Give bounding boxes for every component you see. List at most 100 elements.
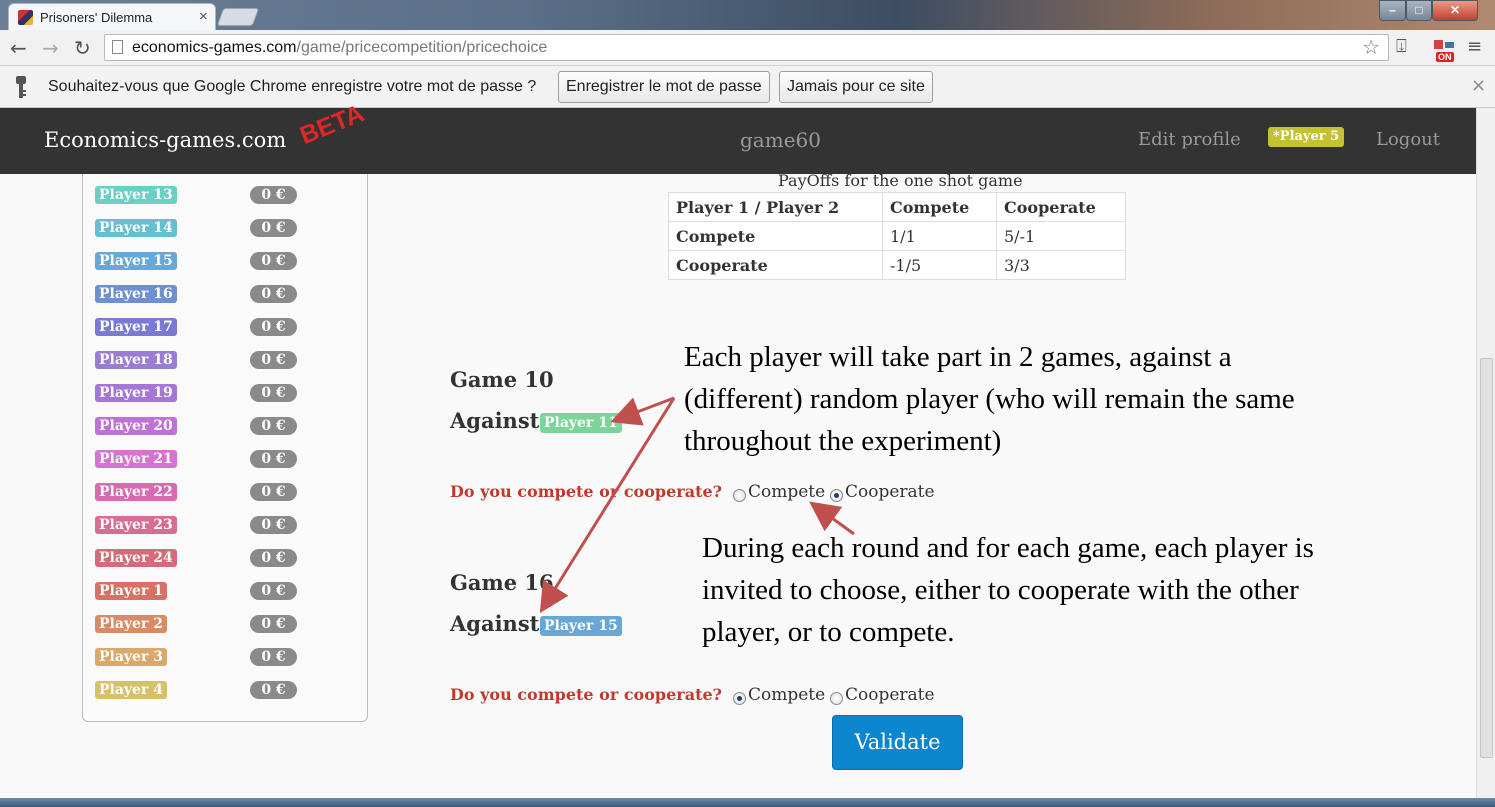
choice-question: Do you compete or cooperate? xyxy=(450,685,723,704)
player-score: 0 € xyxy=(250,582,297,600)
compete-option-label[interactable]: Compete xyxy=(748,482,825,502)
back-icon[interactable]: ← xyxy=(10,36,27,60)
annotation-line: Each player will take part in 2 games, a… xyxy=(684,341,1232,373)
page-icon xyxy=(112,40,123,54)
player-label: Player 17 xyxy=(95,318,177,336)
infobar-close-icon[interactable]: × xyxy=(1471,75,1486,96)
edit-profile-link[interactable]: Edit profile xyxy=(1138,129,1241,150)
table-cell: 1/1 xyxy=(882,221,997,251)
table-header-cell: Compete xyxy=(882,192,997,222)
page-scrollbar[interactable] xyxy=(1476,108,1495,798)
game-title: Game 16 xyxy=(450,570,554,595)
tab-title: Prisoners' Dilemma xyxy=(40,10,153,25)
browser-toolbar: ← → ↻ economics-games.com/game/pricecomp… xyxy=(0,30,1495,66)
player-label: Player 3 xyxy=(95,648,167,666)
compete-radio[interactable] xyxy=(733,692,746,705)
player-score: 0 € xyxy=(250,681,297,699)
choice-question: Do you compete or cooperate? xyxy=(450,482,723,501)
menu-icon[interactable]: ≡ xyxy=(1467,36,1482,57)
player-label: Player 19 xyxy=(95,384,177,402)
compete-option-label[interactable]: Compete xyxy=(748,685,825,705)
logout-link[interactable]: Logout xyxy=(1376,129,1440,150)
annotation-line: player, or to compete. xyxy=(702,616,955,648)
table-row-header: Compete xyxy=(668,221,883,251)
table-header-row: Player 1 / Player 2 Compete Cooperate xyxy=(668,192,1126,222)
table-cell: 5/-1 xyxy=(996,221,1126,251)
player-label: Player 13 xyxy=(95,186,177,204)
cooperate-radio[interactable] xyxy=(830,692,843,705)
never-for-site-button[interactable]: Jamais pour ce site xyxy=(779,71,933,103)
player-label: Player 16 xyxy=(95,285,177,303)
opponent-badge: Player 15 xyxy=(540,616,622,636)
compete-radio[interactable] xyxy=(733,489,746,502)
bookmark-star-icon[interactable]: ☆ xyxy=(1362,35,1380,59)
player-score: 0 € xyxy=(250,450,297,468)
annotation-line: During each round and for each game, eac… xyxy=(702,532,1314,564)
against-label: Against xyxy=(450,611,540,636)
player-score: 0 € xyxy=(250,252,297,270)
player-score: 0 € xyxy=(250,417,297,435)
against-label: Against xyxy=(450,408,540,433)
table-row: Cooperate -1/5 3/3 xyxy=(668,250,1126,280)
opponent-badge: Player 11 xyxy=(540,413,622,433)
player-score: 0 € xyxy=(250,384,297,402)
player-score: 0 € xyxy=(250,483,297,501)
player-label: Player 22 xyxy=(95,483,177,501)
player-label: Player 20 xyxy=(95,417,177,435)
player-score: 0 € xyxy=(250,285,297,303)
reload-icon[interactable]: ↻ xyxy=(74,36,91,60)
browser-tab[interactable]: Prisoners' Dilemma × xyxy=(8,3,216,30)
tab-close-icon[interactable]: × xyxy=(199,8,208,25)
players-sidebar: Player 13 0 € Player 14 0 € Player 15 0 € Play… xyxy=(82,174,368,722)
save-password-button[interactable]: Enregistrer le mot de passe xyxy=(558,71,770,103)
annotation-line: (different) random player (who will rema… xyxy=(684,383,1295,415)
maximize-button[interactable]: □ xyxy=(1406,0,1432,21)
table-row-header: Cooperate xyxy=(668,250,883,280)
player-label: Player 4 xyxy=(95,681,167,699)
minimize-button[interactable]: – xyxy=(1379,0,1406,21)
cooperate-radio[interactable] xyxy=(830,489,843,502)
infobar-message: Souhaitez-vous que Google Chrome enregis… xyxy=(48,78,537,95)
url-text[interactable]: economics-games.com/game/pricecompetitio… xyxy=(132,39,547,57)
player-label: Player 24 xyxy=(95,549,177,567)
player-score: 0 € xyxy=(250,219,297,237)
player-score: 0 € xyxy=(250,318,297,336)
browser-tab-strip: Prisoners' Dilemma × – □ ✕ xyxy=(0,0,1495,30)
table-cell: -1/5 xyxy=(882,250,997,280)
player-label: Player 1 xyxy=(95,582,167,600)
payoff-table: Player 1 / Player 2 Compete Cooperate Co… xyxy=(668,192,1126,280)
key-icon xyxy=(16,76,26,98)
new-tab-button[interactable] xyxy=(216,8,260,26)
table-header-cell: Player 1 / Player 2 xyxy=(668,192,883,222)
cooperate-option-label[interactable]: Cooperate xyxy=(845,482,935,502)
table-row: Compete 1/1 5/-1 xyxy=(668,221,1126,251)
forward-icon[interactable]: → xyxy=(42,36,59,60)
current-player-badge: *Player 5 xyxy=(1268,127,1345,147)
player-label: Player 14 xyxy=(95,219,177,237)
window-close-button[interactable]: ✕ xyxy=(1432,0,1478,21)
annotation-line: invited to choose, either to cooperate w… xyxy=(702,574,1299,606)
cooperate-option-label[interactable]: Cooperate xyxy=(845,685,935,705)
site-navbar: Economics-games.com game60 Edit profile … xyxy=(0,108,1476,174)
player-label: Player 23 xyxy=(95,516,177,534)
player-score: 0 € xyxy=(250,615,297,633)
table-cell: 3/3 xyxy=(996,250,1126,280)
player-score: 0 € xyxy=(250,648,297,666)
brand-link[interactable]: Economics-games.com xyxy=(44,128,286,152)
address-bar[interactable]: economics-games.com/game/pricecompetitio… xyxy=(104,34,1389,61)
annotation-line: throughout the experiment) xyxy=(684,425,1002,457)
game-name: game60 xyxy=(740,128,821,152)
page-content: Player 13 0 € Player 14 0 € Player 15 0 € Play… xyxy=(0,174,1476,798)
validate-button[interactable]: Validate xyxy=(832,715,963,770)
extension-badge: ON xyxy=(1436,52,1454,62)
annotation-text: Each player will take part in 2 games, a… xyxy=(684,336,1295,462)
table-header-cell: Cooperate xyxy=(996,192,1126,222)
download-icon[interactable]: ⍗ xyxy=(1396,36,1407,57)
scrollbar-thumb[interactable] xyxy=(1480,358,1493,758)
favicon-icon xyxy=(18,10,33,25)
player-score: 0 € xyxy=(250,186,297,204)
player-label: Player 15 xyxy=(95,252,177,270)
password-infobar: Souhaitez-vous que Google Chrome enregis… xyxy=(0,66,1495,108)
player-label: Player 21 xyxy=(95,450,177,468)
player-score: 0 € xyxy=(250,351,297,369)
